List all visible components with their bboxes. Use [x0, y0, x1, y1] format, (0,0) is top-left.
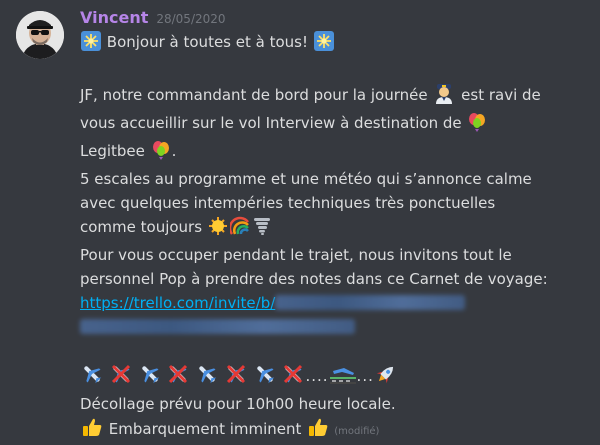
message-text: personnel Pop à prendre des notes dans c… — [80, 270, 548, 288]
author-name[interactable]: Vincent — [80, 8, 148, 27]
message-text: comme toujours — [80, 218, 203, 236]
blurred-link-text[interactable] — [275, 295, 466, 310]
crossed-airplane-icon — [110, 363, 132, 392]
thumbs-up-icon — [81, 416, 103, 445]
airplane-icon — [81, 363, 103, 392]
message-text: 5 escales au programme et une météo qui … — [80, 170, 532, 188]
airplane-icon — [196, 363, 218, 392]
pilot-icon — [433, 82, 455, 111]
emoji-sequence: ....... — [80, 363, 594, 392]
message-text: Embarquement imminent — [108, 420, 302, 438]
message-timestamp: 28/05/2020 — [156, 12, 226, 26]
thumbs-up-icon — [307, 416, 329, 445]
crossed-airplane-icon — [167, 363, 189, 392]
message-text: . — [171, 142, 177, 160]
edited-label: (modifié) — [334, 426, 380, 437]
message-text: avec quelques intempéries techniques trè… — [80, 194, 496, 212]
ellipsis-text: .... — [305, 367, 329, 385]
rocket-icon — [375, 363, 397, 392]
message-text: Décollage prévu pour 10h00 heure locale. — [80, 395, 396, 413]
airplane-icon — [254, 363, 276, 392]
sparkle-icon — [313, 31, 334, 58]
rainbow-icon — [228, 216, 250, 243]
avatar[interactable] — [16, 11, 64, 59]
crossed-airplane-icon — [282, 363, 304, 392]
trello-link[interactable]: https://trello.com/invite/b/ — [80, 294, 275, 312]
ellipsis-text: ... — [356, 367, 374, 385]
landing-icon — [329, 363, 356, 392]
balloon-icon — [467, 112, 487, 139]
message-body: Bonjour à toutes et à tous! JF, notre co… — [80, 30, 594, 445]
message-text: JF, notre commandant de bord pour la jou… — [80, 86, 428, 104]
message-text: vous accueillir sur le vol Interview à d… — [80, 114, 462, 132]
message-text: Pour vous occuper pendant le trajet, nou… — [80, 246, 512, 264]
sparkle-icon — [81, 31, 101, 58]
tornado-icon — [252, 216, 272, 243]
sun-icon — [208, 216, 228, 243]
message-text: Legitbee — [80, 142, 145, 160]
blurred-link-text[interactable] — [80, 319, 355, 334]
chat-message: Vincent 28/05/2020 Bonjour à toutes et à… — [80, 8, 594, 445]
crossed-airplane-icon — [225, 363, 247, 392]
message-text: est ravi de — [461, 86, 541, 104]
balloon-icon — [151, 140, 171, 167]
greeting-text: Bonjour à toutes et à tous! — [106, 33, 308, 51]
airplane-icon — [139, 363, 161, 392]
